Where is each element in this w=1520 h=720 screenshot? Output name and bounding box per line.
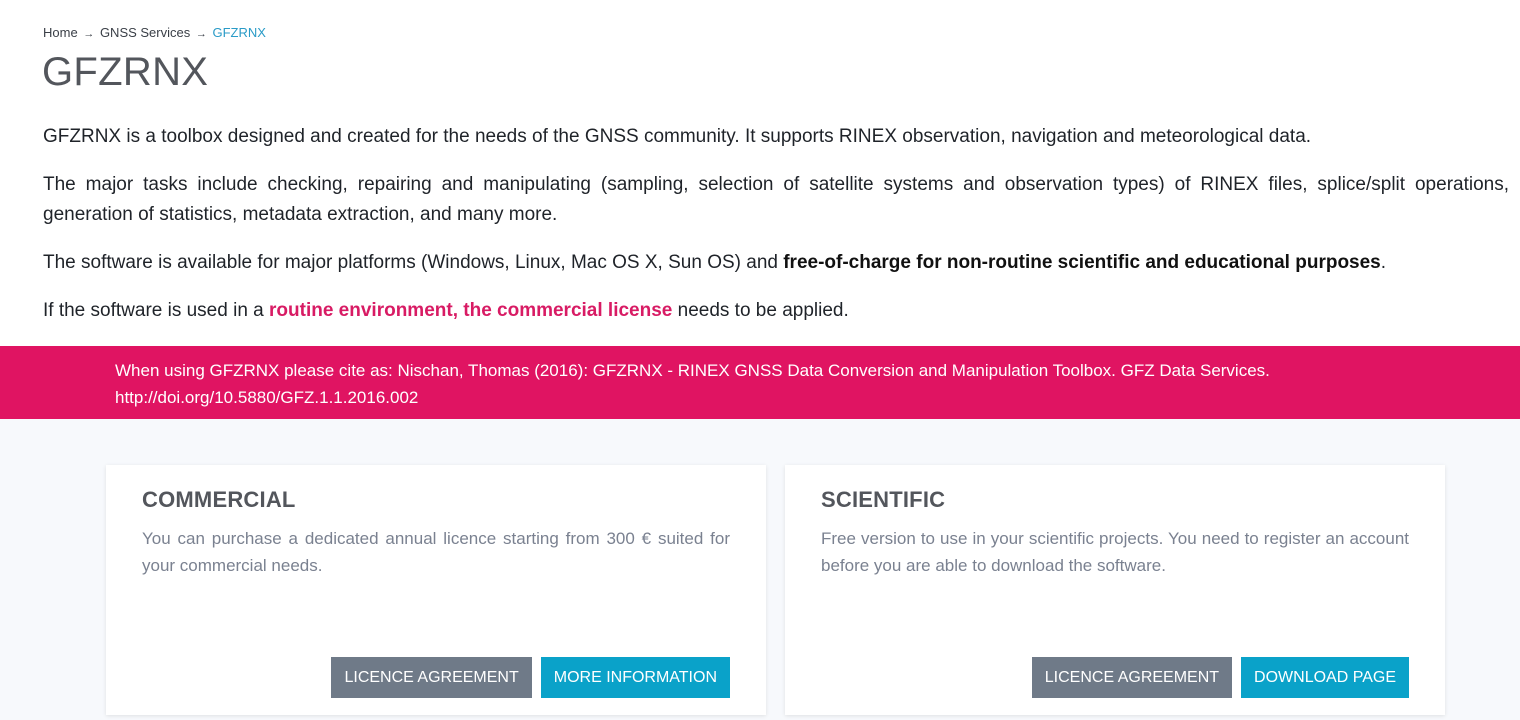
breadcrumb-home-link[interactable]: Home [43, 25, 78, 40]
intro-paragraph-3-end: . [1380, 252, 1387, 273]
intro-paragraph-3: The software is available for major plat… [43, 248, 1509, 278]
commercial-card-title: COMMERCIAL [142, 487, 296, 512]
more-information-button[interactable]: MORE INFORMATION [540, 657, 730, 698]
breadcrumb: Home → GNSS Services → GFZRNX [43, 25, 266, 40]
intro-paragraph-2: The major tasks include checking, repair… [43, 174, 1509, 225]
scientific-card-title: SCIENTIFIC [821, 487, 946, 512]
intro-paragraph-4-end: needs to be applied. [672, 300, 849, 321]
intro-paragraph-4: If the software is used in a routine env… [43, 296, 1509, 326]
intro-paragraph-4-text: If the software is used in a [43, 300, 270, 321]
citation-text: When using GFZRNX please cite as: Nischa… [115, 361, 1270, 380]
commercial-card: COMMERCIAL You can purchase a dedicated … [106, 465, 766, 715]
scientific-card-actions: LICENCE AGREEMENT DOWNLOAD PAGE [1031, 657, 1409, 698]
download-page-button[interactable]: DOWNLOAD PAGE [1241, 657, 1409, 698]
breadcrumb-current: GFZRNX [212, 25, 266, 40]
intro-section: GFZRNX is a toolbox designed and created… [43, 122, 1509, 344]
breadcrumb-separator: → [195, 28, 207, 40]
breadcrumb-separator: → [83, 28, 95, 40]
breadcrumb-gnss-services-link[interactable]: GNSS Services [100, 25, 190, 40]
intro-paragraph-3-text: The software is available for major plat… [43, 252, 784, 273]
page-title: GFZRNX [42, 50, 209, 94]
commercial-card-description: You can purchase a dedicated annual lice… [142, 529, 730, 575]
free-of-charge-emphasis: free-of-charge for non-routine scientifi… [783, 252, 1381, 273]
page: Home → GNSS Services → GFZRNX GFZRNX GFZ… [0, 0, 1520, 720]
intro-paragraph-1: GFZRNX is a toolbox designed and created… [43, 126, 1312, 147]
scientific-licence-agreement-button[interactable]: LICENCE AGREEMENT [1031, 657, 1233, 698]
commercial-card-actions: LICENCE AGREEMENT MORE INFORMATION [331, 657, 730, 698]
license-cards-section: COMMERCIAL You can purchase a dedicated … [0, 419, 1520, 720]
scientific-card: SCIENTIFIC Free version to use in your s… [785, 465, 1445, 715]
citation-banner: When using GFZRNX please cite as: Nischa… [0, 346, 1520, 419]
citation-doi: http://doi.org/10.5880/GFZ.1.1.2016.002 [115, 388, 419, 407]
commercial-license-link[interactable]: routine environment, the commercial lice… [269, 300, 672, 321]
scientific-card-description: Free version to use in your scientific p… [821, 529, 1409, 575]
commercial-licence-agreement-button[interactable]: LICENCE AGREEMENT [331, 657, 532, 698]
